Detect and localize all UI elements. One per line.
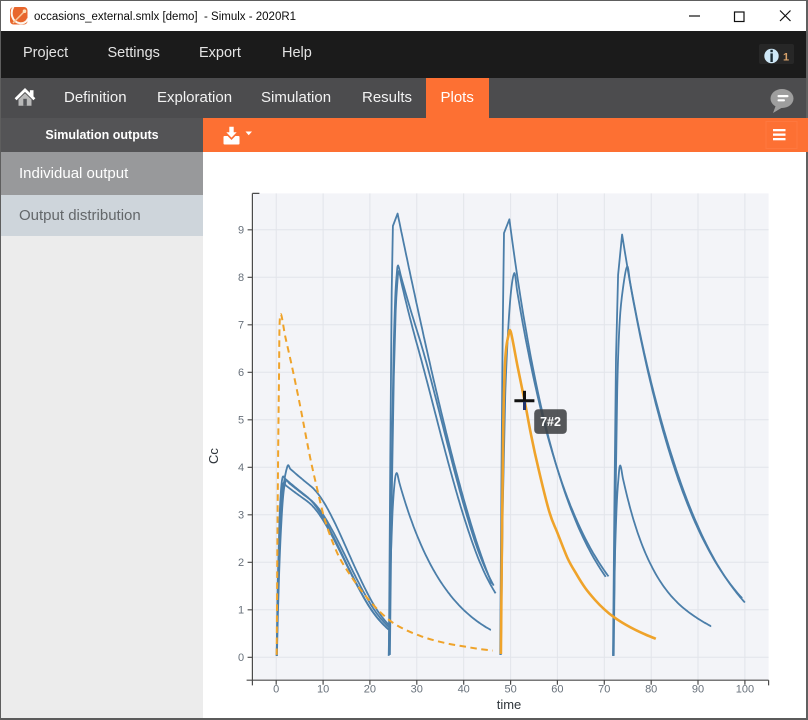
svg-text:80: 80 <box>645 684 657 696</box>
svg-text:90: 90 <box>692 684 704 696</box>
svg-text:5: 5 <box>238 415 244 427</box>
svg-text:8: 8 <box>238 272 244 284</box>
svg-text:6: 6 <box>238 367 244 379</box>
svg-text:0: 0 <box>238 652 244 664</box>
svg-text:50: 50 <box>504 684 516 696</box>
svg-text:9: 9 <box>238 225 244 237</box>
svg-text:4: 4 <box>238 462 244 474</box>
svg-text:0: 0 <box>273 684 279 696</box>
svg-text:7#2: 7#2 <box>540 415 561 429</box>
svg-text:30: 30 <box>411 684 423 696</box>
svg-text:70: 70 <box>598 684 610 696</box>
svg-text:60: 60 <box>551 684 563 696</box>
svg-text:40: 40 <box>458 684 470 696</box>
svg-text:time: time <box>497 697 522 712</box>
svg-text:20: 20 <box>364 684 376 696</box>
svg-text:100: 100 <box>736 684 754 696</box>
svg-text:10: 10 <box>317 684 329 696</box>
svg-text:Cc: Cc <box>206 448 221 464</box>
svg-text:2: 2 <box>238 557 244 569</box>
svg-text:1: 1 <box>238 605 244 617</box>
svg-text:3: 3 <box>238 510 244 522</box>
svg-text:7: 7 <box>238 320 244 332</box>
